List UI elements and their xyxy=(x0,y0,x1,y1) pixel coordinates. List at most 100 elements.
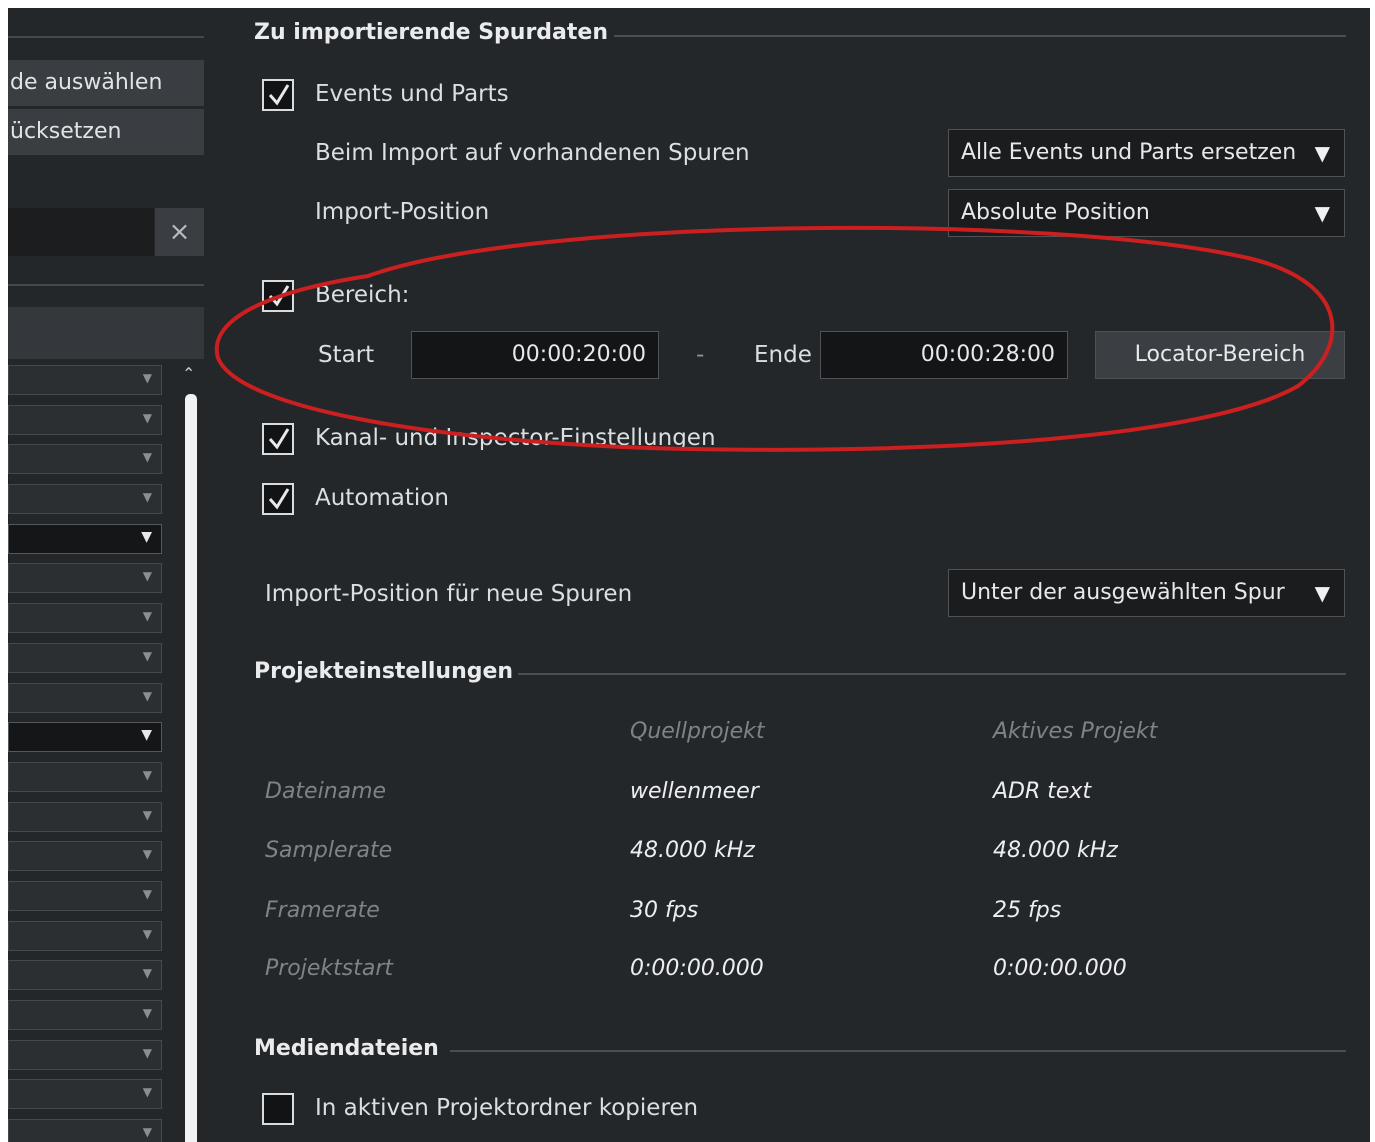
divider xyxy=(8,284,204,286)
track-row[interactable]: ▼ xyxy=(8,960,162,991)
checkmark-icon xyxy=(268,428,290,450)
start-label: Start xyxy=(318,342,375,368)
dropdown-icon[interactable]: ▼ xyxy=(143,1046,152,1060)
dropdown-icon[interactable]: ▼ xyxy=(141,727,152,743)
dropdown-icon[interactable]: ▼ xyxy=(143,1006,152,1020)
track-row[interactable]: ▼ xyxy=(8,563,162,594)
track-row[interactable]: ▼ xyxy=(8,484,162,515)
automation-checkbox[interactable] xyxy=(262,483,294,515)
scroll-up-icon[interactable]: ⌃ xyxy=(182,364,195,383)
section-title-media: Mediendateien xyxy=(254,1036,439,1061)
row-label-framerate: Framerate xyxy=(265,898,380,923)
track-list-panel: de auswählen ücksetzen × ▼ ▼ ▼ ▼ ▼ ▼ ▼ ▼ ▼ ▼ ▼ ▼ ▼ ▼ ▼… xyxy=(8,8,208,1142)
active-filename: ADR text xyxy=(993,779,1092,804)
track-row[interactable]: ▼ xyxy=(8,920,162,951)
new-track-position-value: Unter der ausgewählten Spur xyxy=(961,580,1285,605)
dropdown-icon[interactable]: ▼ xyxy=(143,450,152,464)
section-title-project-settings: Projekteinstellungen xyxy=(254,659,514,684)
import-position-select[interactable]: Absolute Position ▼ xyxy=(948,189,1345,237)
section-title-track-data: Zu importierende Spurdaten xyxy=(254,20,608,45)
scrollbar-thumb[interactable] xyxy=(185,394,197,1142)
source-samplerate: 48.000 kHz xyxy=(630,838,755,863)
track-list-scrollbar[interactable]: ⌃ xyxy=(178,360,204,1142)
import-track-dialog: de auswählen ücksetzen × ▼ ▼ ▼ ▼ ▼ ▼ ▼ ▼ ▼ ▼ ▼ ▼ ▼ ▼ ▼… xyxy=(8,8,1370,1142)
active-framerate: 25 fps xyxy=(993,898,1062,923)
track-row[interactable]: ▼ xyxy=(8,365,162,395)
track-row[interactable]: ▼ xyxy=(8,1000,162,1030)
dropdown-icon[interactable]: ▼ xyxy=(143,808,152,822)
dropdown-icon[interactable]: ▼ xyxy=(143,411,152,425)
range-label: Bereich: xyxy=(315,282,410,308)
track-row[interactable]: ▼ xyxy=(8,444,162,475)
locator-range-button[interactable]: Locator-Bereich xyxy=(1095,331,1345,379)
dropdown-icon[interactable]: ▼ xyxy=(143,689,152,703)
dropdown-icon[interactable]: ▼ xyxy=(143,649,152,663)
search-input[interactable] xyxy=(8,208,154,256)
dropdown-icon[interactable]: ▼ xyxy=(143,847,152,861)
track-row[interactable]: ▼ xyxy=(8,801,162,832)
events-parts-label: Events und Parts xyxy=(315,81,509,107)
divider xyxy=(614,35,1346,37)
track-row[interactable]: ▼ xyxy=(8,1039,162,1070)
dropdown-icon[interactable]: ▼ xyxy=(143,768,152,782)
triangle-down-icon: ▼ xyxy=(1314,581,1330,605)
source-framerate: 30 fps xyxy=(630,898,699,923)
dropdown-icon[interactable]: ▼ xyxy=(143,569,152,583)
events-parts-checkbox[interactable] xyxy=(262,79,294,111)
copy-to-folder-checkbox[interactable] xyxy=(262,1093,294,1125)
reset-button[interactable]: ücksetzen xyxy=(8,109,204,155)
track-row[interactable]: ▼ xyxy=(8,523,162,554)
checkmark-icon xyxy=(268,488,290,510)
source-projectstart: 0:00:00.000 xyxy=(630,956,764,981)
track-row[interactable]: ▼ xyxy=(8,603,162,634)
channel-inspector-label: Kanal- und Inspector-Einstellungen xyxy=(315,425,716,451)
row-label-filename: Dateiname xyxy=(265,779,387,804)
dropdown-icon[interactable]: ▼ xyxy=(143,927,152,941)
automation-label: Automation xyxy=(315,485,449,511)
dropdown-icon[interactable]: ▼ xyxy=(143,1085,152,1099)
channel-inspector-checkbox[interactable] xyxy=(262,423,294,455)
dropdown-icon[interactable]: ▼ xyxy=(143,371,152,385)
dropdown-icon[interactable]: ▼ xyxy=(143,1125,152,1139)
select-button[interactable]: de auswählen xyxy=(8,60,204,106)
col-header-source: Quellprojekt xyxy=(630,719,765,744)
active-samplerate: 48.000 kHz xyxy=(993,838,1118,863)
checkmark-icon xyxy=(268,84,290,106)
copy-to-folder-label: In aktiven Projektordner kopieren xyxy=(315,1095,699,1121)
track-list-header xyxy=(8,307,204,359)
track-list: ▼ ▼ ▼ ▼ ▼ ▼ ▼ ▼ ▼ ▼ ▼ ▼ ▼ ▼ ▼ ▼ ▼ ▼ ▼ ▼ xyxy=(8,360,168,1142)
track-row[interactable]: ▼ xyxy=(8,1119,162,1142)
track-row[interactable]: ▼ xyxy=(8,761,162,792)
track-row[interactable]: ▼ xyxy=(8,682,162,713)
dropdown-icon[interactable]: ▼ xyxy=(141,529,152,545)
dropdown-icon[interactable]: ▼ xyxy=(143,966,152,980)
track-row[interactable]: ▼ xyxy=(8,642,162,673)
dropdown-icon[interactable]: ▼ xyxy=(143,490,152,504)
divider xyxy=(8,36,204,38)
dropdown-icon[interactable]: ▼ xyxy=(143,609,152,623)
start-time-field[interactable]: 00:00:20:00 xyxy=(411,331,659,379)
import-position-value: Absolute Position xyxy=(961,200,1150,225)
new-track-position-select[interactable]: Unter der ausgewählten Spur ▼ xyxy=(948,569,1345,617)
track-row[interactable]: ▼ xyxy=(8,404,162,435)
active-projectstart: 0:00:00.000 xyxy=(993,956,1127,981)
new-track-position-label: Import-Position für neue Spuren xyxy=(265,581,633,607)
range-separator: - xyxy=(696,342,705,368)
source-filename: wellenmeer xyxy=(630,779,759,804)
end-time-field[interactable]: 00:00:28:00 xyxy=(820,331,1068,379)
dropdown-icon[interactable]: ▼ xyxy=(143,887,152,901)
checkmark-icon xyxy=(268,285,290,307)
range-checkbox[interactable] xyxy=(262,280,294,312)
track-row[interactable]: ▼ xyxy=(8,1079,162,1110)
track-row[interactable]: ▼ xyxy=(8,880,162,911)
end-label: Ende xyxy=(754,342,812,368)
clear-search-icon[interactable]: × xyxy=(155,208,204,256)
triangle-down-icon: ▼ xyxy=(1314,141,1330,165)
import-existing-label: Beim Import auf vorhandenen Spuren xyxy=(315,140,750,166)
divider xyxy=(518,673,1346,675)
import-existing-value: Alle Events und Parts ersetzen xyxy=(961,140,1297,165)
track-row[interactable]: ▼ xyxy=(8,722,162,753)
track-row[interactable]: ▼ xyxy=(8,841,162,872)
col-header-active: Aktives Projekt xyxy=(993,719,1158,744)
import-existing-select[interactable]: Alle Events und Parts ersetzen ▼ xyxy=(948,129,1345,177)
